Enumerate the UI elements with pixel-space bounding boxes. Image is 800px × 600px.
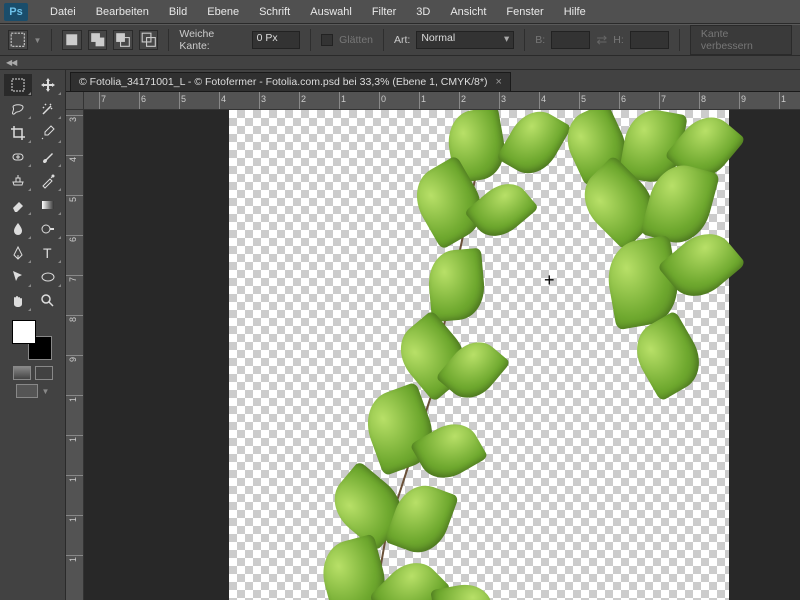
screen-mode-icon[interactable]: [35, 366, 53, 380]
chevron-down-icon[interactable]: ▼: [42, 387, 50, 396]
menu-bar: Ps Datei Bearbeiten Bild Ebene Schrift A…: [0, 0, 800, 24]
style-label: Art:: [394, 34, 410, 46]
expand-bar[interactable]: ◀◀: [0, 56, 800, 70]
standard-mode-icon[interactable]: [16, 384, 38, 398]
antialias-checkbox[interactable]: [321, 34, 333, 46]
swap-dimensions-icon: ⇄: [596, 32, 607, 48]
intersect-selection-icon[interactable]: [139, 30, 159, 50]
ruler-vertical[interactable]: 345678911111: [66, 110, 84, 600]
document-canvas[interactable]: [229, 110, 729, 600]
canvas-area[interactable]: +: [84, 110, 800, 600]
gradient-tool[interactable]: [34, 194, 62, 216]
refine-edge-button[interactable]: Kante verbessern: [690, 25, 792, 55]
clone-stamp-tool[interactable]: [4, 170, 32, 192]
quick-mask-icon[interactable]: [13, 366, 31, 380]
width-label: B:: [535, 34, 545, 46]
height-label: H:: [613, 34, 624, 46]
expand-chevron-icon: ◀◀: [6, 58, 16, 67]
antialias-label: Glätten: [339, 34, 373, 46]
crop-tool[interactable]: [4, 122, 32, 144]
shape-tool[interactable]: [34, 266, 62, 288]
workspace: © Fotolia_34171001_L - © Fotofermer - Fo…: [66, 70, 800, 600]
foreground-color[interactable]: [12, 320, 36, 344]
menu-window[interactable]: Fenster: [496, 3, 553, 21]
app-logo[interactable]: Ps: [4, 3, 28, 21]
hand-tool[interactable]: [4, 290, 32, 312]
menu-file[interactable]: Datei: [40, 3, 86, 21]
feather-input[interactable]: 0 Px: [252, 31, 301, 49]
pen-tool[interactable]: [4, 242, 32, 264]
menu-3d[interactable]: 3D: [406, 3, 440, 21]
menu-view[interactable]: Ansicht: [440, 3, 496, 21]
healing-brush-tool[interactable]: [4, 146, 32, 168]
document-tab[interactable]: © Fotolia_34171001_L - © Fotofermer - Fo…: [70, 72, 511, 91]
dodge-tool[interactable]: [34, 218, 62, 240]
tool-panel: T ▼: [0, 70, 66, 600]
menu-filter[interactable]: Filter: [362, 3, 406, 21]
type-tool[interactable]: T: [34, 242, 62, 264]
width-input: [551, 31, 590, 49]
color-swatches[interactable]: [12, 320, 52, 360]
zoom-tool[interactable]: [34, 290, 62, 312]
brush-tool[interactable]: [34, 146, 62, 168]
move-tool[interactable]: [34, 74, 62, 96]
menu-edit[interactable]: Bearbeiten: [86, 3, 159, 21]
style-select[interactable]: Normal: [416, 31, 514, 49]
tab-bar: © Fotolia_34171001_L - © Fotofermer - Fo…: [66, 70, 800, 92]
menu-layer[interactable]: Ebene: [197, 3, 249, 21]
eraser-tool[interactable]: [4, 194, 32, 216]
blur-tool[interactable]: [4, 218, 32, 240]
add-selection-icon[interactable]: [88, 30, 108, 50]
svg-text:T: T: [43, 245, 52, 261]
menu-image[interactable]: Bild: [159, 3, 197, 21]
ruler-horizontal[interactable]: 765432101234567891: [84, 92, 800, 110]
active-tool-icon[interactable]: [8, 30, 28, 50]
tab-close-icon[interactable]: ×: [495, 76, 501, 88]
new-selection-icon[interactable]: [62, 30, 82, 50]
tab-title: © Fotolia_34171001_L - © Fotofermer - Fo…: [79, 76, 487, 88]
lasso-tool[interactable]: [4, 98, 32, 120]
menu-select[interactable]: Auswahl: [300, 3, 362, 21]
history-brush-tool[interactable]: [34, 170, 62, 192]
options-bar: ▼ Weiche Kante: 0 Px Glätten Art: Normal…: [0, 24, 800, 56]
eyedropper-tool[interactable]: [34, 122, 62, 144]
ruler-origin[interactable]: [66, 92, 84, 110]
cursor-crosshair-icon: +: [544, 270, 555, 291]
magic-wand-tool[interactable]: [34, 98, 62, 120]
feather-label: Weiche Kante:: [179, 28, 245, 52]
menu-type[interactable]: Schrift: [249, 3, 300, 21]
path-selection-tool[interactable]: [4, 266, 32, 288]
subtract-selection-icon[interactable]: [113, 30, 133, 50]
chevron-down-icon[interactable]: ▼: [34, 36, 42, 45]
marquee-tool[interactable]: [4, 74, 32, 96]
height-input: [630, 31, 669, 49]
menu-help[interactable]: Hilfe: [554, 3, 596, 21]
